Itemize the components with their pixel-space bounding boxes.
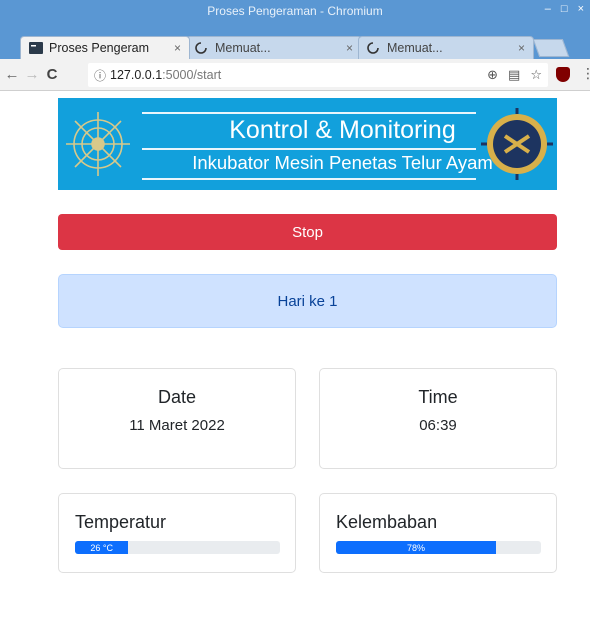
temperature-progress-bar: 26 °C — [75, 541, 280, 554]
tab-memuat-2[interactable]: Memuat... × — [358, 36, 534, 59]
emblem-logo-icon — [481, 108, 553, 180]
stop-button[interactable]: Stop — [58, 214, 557, 250]
zoom-icon[interactable]: ⊕ — [487, 67, 498, 83]
time-value: 06:39 — [419, 417, 457, 434]
humidity-progress-bar: 78% — [336, 541, 541, 554]
info-icon[interactable]: ⓘ — [94, 67, 106, 84]
humidity-progress-fill: 78% — [336, 541, 496, 554]
date-card: Date 11 Maret 2022 — [58, 368, 296, 469]
bookmark-star-icon[interactable]: ☆ — [530, 67, 542, 83]
tab-close-icon[interactable]: × — [174, 41, 181, 55]
time-card: Time 06:39 — [319, 368, 557, 469]
temperature-value: 26 °C — [90, 542, 113, 553]
loading-icon — [195, 42, 209, 54]
humidity-value: 78% — [406, 542, 425, 553]
day-status-alert: Hari ke 1 — [58, 274, 557, 328]
tab-close-icon[interactable]: × — [346, 41, 353, 55]
terminal-icon — [29, 42, 43, 54]
temperature-card: Temperatur 26 °C — [58, 493, 296, 573]
back-icon[interactable]: ← — [2, 66, 22, 83]
humidity-title: Kelembaban — [336, 512, 438, 532]
minimize-icon[interactable]: – — [545, 3, 551, 15]
translate-icon[interactable]: ▤ — [508, 67, 520, 83]
address-bar[interactable]: ⓘ 127.0.0.1:5000/start ⊕ ▤ ☆ — [88, 63, 548, 87]
tab-strip: Proses Pengeram × Memuat... × Memuat... … — [0, 22, 590, 59]
header-banner: Kontrol & Monitoring Inkubator Mesin Pen… — [58, 98, 557, 190]
browser-toolbar: ← → C ⓘ 127.0.0.1:5000/start ⊕ ▤ ☆ ⋮ — [0, 59, 590, 91]
loading-icon — [367, 42, 381, 54]
tab-proses-pengeraman[interactable]: Proses Pengeram × — [20, 36, 190, 59]
banner-bottom-line — [142, 178, 476, 180]
date-value: 11 Maret 2022 — [129, 417, 225, 434]
window-titlebar: Proses Pengeraman - Chromium – □ × — [0, 0, 590, 22]
window-controls: – □ × — [545, 3, 584, 15]
temperature-title: Temperatur — [75, 512, 167, 532]
banner-middle-line — [142, 148, 476, 150]
close-icon[interactable]: × — [578, 3, 584, 15]
humidity-card: Kelembaban 78% — [319, 493, 557, 573]
window-title: Proses Pengeraman - Chromium — [207, 4, 383, 18]
day-status-text: Hari ke 1 — [277, 292, 338, 310]
date-heading: Date — [157, 387, 197, 407]
maximize-icon[interactable]: □ — [561, 3, 568, 15]
url-host: 127.0.0.1 — [110, 68, 163, 82]
banner-top-line — [142, 112, 476, 114]
temperature-progress-fill: 26 °C — [75, 541, 129, 554]
ublock-icon[interactable] — [556, 67, 570, 82]
new-tab-button[interactable] — [532, 39, 570, 57]
forward-icon[interactable]: → — [22, 66, 42, 83]
menu-icon[interactable]: ⋮ — [581, 65, 590, 82]
time-heading: Time — [418, 387, 458, 407]
tab-memuat-1[interactable]: Memuat... × — [186, 36, 362, 59]
tab-close-icon[interactable]: × — [518, 41, 525, 55]
page-content: Kontrol & Monitoring Inkubator Mesin Pen… — [0, 92, 590, 623]
reload-icon[interactable]: C — [42, 66, 62, 83]
url-path: :5000/start — [162, 68, 222, 82]
